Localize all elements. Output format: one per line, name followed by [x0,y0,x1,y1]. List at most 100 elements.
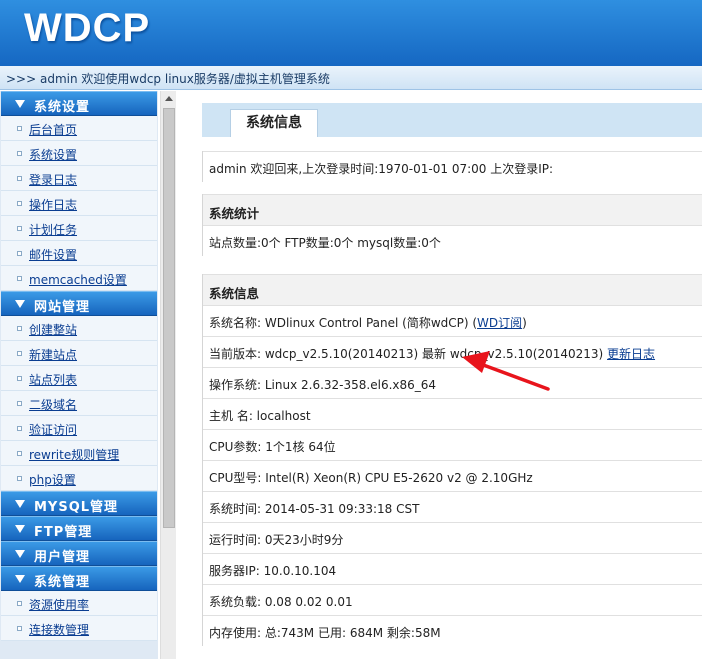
scroll-thumb[interactable] [163,108,175,528]
cpu-params-text: CPU参数: 1个1核 64位 [209,440,336,454]
menu-section-header[interactable]: 用户管理 [1,541,157,566]
square-bullet-icon [17,451,22,456]
menu-section-title: 系统设置 [34,100,91,115]
menu-section-title: 用户管理 [34,550,91,565]
menu-item[interactable]: 连接数管理 [1,616,157,641]
cpu-model-text: CPU型号: Intel(R) Xeon(R) CPU E5-2620 v2 @… [209,471,533,485]
square-bullet-icon [17,476,22,481]
login-info-row: admin 欢迎回来,上次登录时间:1970-01-01 07:00 上次登录I… [203,151,702,182]
sys-time-text: 系统时间: 2014-05-31 09:33:18 CST [209,502,420,516]
menu-item-label[interactable]: 验证访问 [29,421,77,438]
square-bullet-icon [17,401,22,406]
menu-section: 用户管理 [1,541,157,566]
menu-item[interactable]: 计划任务 [1,216,157,241]
annotation-arrow-icon [462,351,550,391]
tab-system-info[interactable]: 系统信息 [230,109,318,137]
menu-item-label[interactable]: 新建站点 [29,346,77,363]
sysinfo-header: 系统信息 [203,274,702,305]
triangle-down-icon [15,525,25,533]
menu-section-header[interactable]: 系统管理 [1,566,157,591]
menu-section-header[interactable]: 系统设置 [1,91,157,116]
square-bullet-icon [17,376,22,381]
menu-item[interactable]: 邮件设置 [1,241,157,266]
sys-name-text: 系统名称: WDlinux Control Panel (简称wdCP) (WD… [209,314,527,331]
menu-item[interactable]: 二级域名 [1,391,157,416]
login-info-panel: admin 欢迎回来,上次登录时间:1970-01-01 07:00 上次登录I… [202,151,702,182]
menu-item[interactable]: memcached设置 [1,266,157,291]
menu-item[interactable]: 操作日志 [1,191,157,216]
menu-section-header[interactable]: MYSQL管理 [1,491,157,516]
menu-item[interactable]: 后台首页 [1,116,157,141]
uptime-text: 运行时间: 0天23小时9分 [209,533,344,547]
load-text: 系统负载: 0.08 0.02 0.01 [209,595,353,609]
menu-item[interactable]: 登录日志 [1,166,157,191]
square-bullet-icon [17,226,22,231]
menu-section: 网站管理创建整站新建站点站点列表二级域名验证访问 rewrite规则管理 php设置 [1,291,157,491]
wdcp-logo: WDCP [24,6,151,50]
square-bullet-icon [17,201,22,206]
menu-item-label[interactable]: 创建整站 [29,321,77,338]
changelog-link[interactable]: 更新日志 [607,347,655,361]
menu-item[interactable]: 新建站点 [1,341,157,366]
menu-item-label[interactable]: 二级域名 [29,396,77,413]
menu-item-label[interactable]: memcached设置 [29,271,127,288]
square-bullet-icon [17,426,22,431]
menu-item[interactable]: 创建整站 [1,316,157,341]
square-bullet-icon [17,276,22,281]
menu-section-header[interactable]: FTP管理 [1,516,157,541]
version-text: 当前版本: wdcp_v2.5.10(20140213) 最新 wdcp_v2.… [209,345,655,362]
stats-text: 站点数量:0个 FTP数量:0个 mysql数量:0个 [209,236,441,250]
menu-item-label[interactable]: 计划任务 [29,221,77,238]
arrow-up-icon [165,96,173,101]
menu-item-label[interactable]: 资源使用率 [29,596,89,613]
triangle-down-icon [15,100,25,108]
sysinfo-panel: 系统信息 系统名称: WDlinux Control Panel (简称wdCP… [202,274,702,646]
menu-item-label[interactable]: rewrite规则管理 [29,446,119,463]
stats-row: 站点数量:0个 FTP数量:0个 mysql数量:0个 [203,225,702,256]
menu-item[interactable]: 系统设置 [1,141,157,166]
sidebar-scrollbar[interactable] [160,91,176,659]
uptime-row: 运行时间: 0天23小时9分 [203,522,702,553]
menu-section-header[interactable]: 网站管理 [1,291,157,316]
menu-section-title: MYSQL管理 [34,500,119,515]
menu-item-label[interactable]: 邮件设置 [29,246,77,263]
menu-item-label[interactable]: 系统设置 [29,146,77,163]
menu-item-label[interactable]: 连接数管理 [29,621,89,638]
login-info-text: admin 欢迎回来,上次登录时间:1970-01-01 07:00 上次登录I… [209,162,554,176]
welcome-bar: >>> admin 欢迎使用wdcp linux服务器/虚拟主机管理系统 [0,66,702,90]
scroll-up-button[interactable] [161,91,177,107]
memory-text: 内存使用: 总:743M 已用: 684M 剩余:58M [209,626,441,640]
sys-time-row: 系统时间: 2014-05-31 09:33:18 CST [203,491,702,522]
square-bullet-icon [17,251,22,256]
sysinfo-title: 系统信息 [209,286,260,301]
menu-section: 系统设置 后台首页 系统设置 登录日志 操作日志 计划任务 邮件设置 memcached设置 [1,91,157,291]
square-bullet-icon [17,326,22,331]
menu-item-label[interactable]: 站点列表 [29,371,77,388]
cpu-params-row: CPU参数: 1个1核 64位 [203,429,702,460]
cpu-model-row: CPU型号: Intel(R) Xeon(R) CPU E5-2620 v2 @… [203,460,702,491]
menu-item-label[interactable]: php设置 [29,471,76,488]
wd-subscribe-link[interactable]: WD订阅 [477,316,522,330]
hostname-text: 主机 名: localhost [209,409,311,423]
menu-item[interactable]: rewrite规则管理 [1,441,157,466]
sys-name-suffix: ) [522,316,527,330]
menu-item[interactable]: 站点列表 [1,366,157,391]
menu-section: MYSQL管理 [1,491,157,516]
square-bullet-icon [17,126,22,131]
menu-item-label[interactable]: 后台首页 [29,121,77,138]
menu-item[interactable]: 资源使用率 [1,591,157,616]
stats-panel: 系统统计 站点数量:0个 FTP数量:0个 mysql数量:0个 [202,194,702,256]
menu-item[interactable]: php设置 [1,466,157,491]
menu-section-title: 网站管理 [34,300,91,315]
sidebar: 系统设置 后台首页 系统设置 登录日志 操作日志 计划任务 邮件设置 memcached设置网… [0,91,158,659]
menu-item[interactable]: 验证访问 [1,416,157,441]
square-bullet-icon [17,351,22,356]
menu-section-title: FTP管理 [34,525,93,540]
memory-row: 内存使用: 总:743M 已用: 684M 剩余:58M [203,615,702,646]
menu-item-label[interactable]: 操作日志 [29,196,77,213]
square-bullet-icon [17,601,22,606]
load-row: 系统负载: 0.08 0.02 0.01 [203,584,702,615]
menu-item-label[interactable]: 登录日志 [29,171,77,188]
tab-strip: 系统信息 [202,103,702,137]
server-ip-text: 服务器IP: 10.0.10.104 [209,564,337,578]
